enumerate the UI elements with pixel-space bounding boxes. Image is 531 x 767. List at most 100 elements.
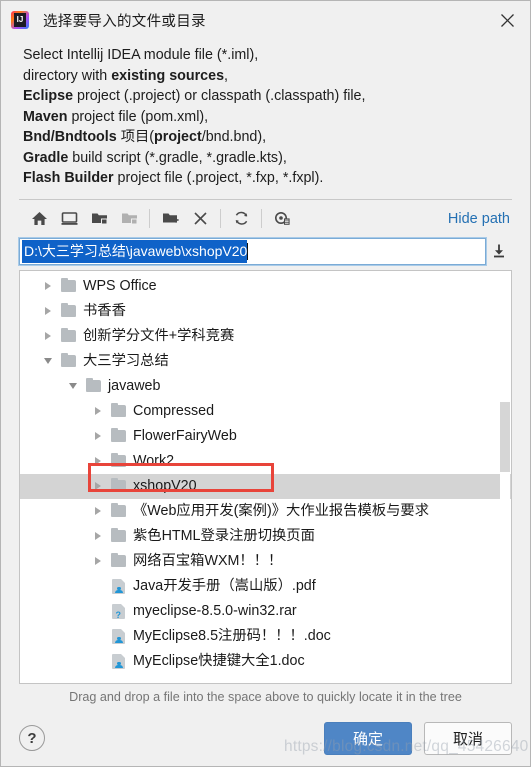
folder-icon: [107, 499, 129, 524]
tree-row[interactable]: ? myeclipse-8.5.0-win32.rar: [20, 599, 511, 624]
tree-row[interactable]: Work2: [20, 449, 511, 474]
chevron-right-icon[interactable]: [88, 399, 107, 424]
chevron-right-icon[interactable]: [38, 274, 57, 299]
description-text: project (.project) or classpath (.classp…: [73, 88, 366, 104]
tree-row[interactable]: 网络百宝箱WXM！！！: [20, 549, 511, 574]
download-arrow-icon[interactable]: [486, 238, 512, 265]
path-input[interactable]: D:\大三学习总结\javaweb\xshopV20: [19, 237, 486, 265]
cancel-button[interactable]: 取消: [424, 721, 512, 755]
tree-row-label: 网络百宝箱WXM！！！: [133, 552, 283, 569]
description-line: Maven project file (pom.xml),: [23, 107, 530, 128]
description-emphasis: Maven: [23, 108, 68, 125]
description-line: Bnd/Bndtools 项目(project/bnd.bnd),: [23, 127, 530, 148]
toolbar-separator: [149, 209, 150, 228]
folder-icon: [57, 349, 79, 374]
folder-icon: [107, 549, 129, 574]
path-row: D:\大三学习总结\javaweb\xshopV20: [19, 237, 512, 265]
chevron-down-icon[interactable]: [38, 349, 57, 374]
module-folder-icon: [114, 205, 144, 233]
toolbar-container: Hide path: [19, 198, 512, 238]
dialog-description: Select Intellij IDEA module file (*.iml)…: [1, 39, 530, 199]
file-chooser-toolbar: Hide path: [19, 200, 512, 238]
tree-scrollbar-thumb[interactable]: [500, 401, 510, 472]
document-file-icon: [107, 649, 129, 674]
ok-button[interactable]: 确定: [324, 721, 412, 755]
description-line: Select Intellij IDEA module file (*.iml)…: [23, 45, 530, 66]
hide-path-link[interactable]: Hide path: [448, 211, 512, 227]
dialog-title: 选择要导入的文件或目录: [43, 13, 206, 30]
folder-icon: [107, 399, 129, 424]
tree-row[interactable]: 书香香: [20, 299, 511, 324]
project-folder-icon[interactable]: [84, 205, 114, 233]
refresh-icon[interactable]: [226, 205, 256, 233]
new-folder-icon[interactable]: [155, 205, 185, 233]
chevron-right-icon[interactable]: [88, 499, 107, 524]
description-emphasis: existing sources: [111, 67, 225, 84]
tree-row-label: 创新学分文件+学科竞赛: [83, 327, 235, 344]
tree-row-label: Work2: [133, 452, 175, 469]
folder-icon: [107, 424, 129, 449]
desktop-icon[interactable]: [54, 205, 84, 233]
chevron-right-icon[interactable]: [88, 474, 107, 499]
chevron-right-icon[interactable]: [38, 324, 57, 349]
title-bar: IJ 选择要导入的文件或目录: [1, 1, 530, 39]
chevron-right-icon[interactable]: [88, 449, 107, 474]
show-hidden-files-icon[interactable]: [267, 205, 297, 233]
tree-row-label: javaweb: [108, 377, 161, 394]
tree-indent-spacer: [88, 574, 107, 599]
tree-row[interactable]: 《Web应用开发(案例)》大作业报告模板与要求: [20, 499, 511, 524]
tree-row[interactable]: MyEclipse8.5注册码！！！.doc: [20, 624, 511, 649]
tree-row-label: Java开发手册（嵩山版）.pdf: [133, 577, 316, 594]
tree-row[interactable]: 紫色HTML登录注册切换页面: [20, 524, 511, 549]
tree-row[interactable]: WPS Office: [20, 274, 511, 299]
folder-icon: [107, 474, 129, 499]
footer-buttons: 确定 取消: [324, 721, 512, 755]
description-line: Eclipse project (.project) or classpath …: [23, 86, 530, 107]
description-line: Flash Builder project file (.project, *.…: [23, 168, 530, 189]
toolbar-separator: [261, 209, 262, 228]
unknown-file-icon: ?: [107, 599, 129, 624]
chevron-right-icon[interactable]: [88, 524, 107, 549]
chevron-right-icon[interactable]: [88, 549, 107, 574]
chevron-right-icon[interactable]: [38, 299, 57, 324]
toolbar-separator: [220, 209, 221, 228]
tree-row[interactable]: MyEclipse快捷键大全1.doc: [20, 649, 511, 674]
tree-indent-spacer: [88, 649, 107, 674]
description-line: directory with existing sources,: [23, 66, 530, 87]
description-emphasis: Gradle: [23, 149, 69, 166]
description-text: /bnd.bnd),: [201, 129, 267, 145]
tree-row[interactable]: FlowerFairyWeb: [20, 424, 511, 449]
description-text: Select Intellij IDEA module file (*.iml)…: [23, 47, 259, 63]
tree-row[interactable]: xshopV20: [20, 473, 511, 499]
tree-row[interactable]: javaweb: [20, 374, 511, 399]
description-emphasis: Bnd/Bndtools: [23, 129, 117, 145]
description-text: directory with: [23, 67, 112, 84]
home-icon[interactable]: [24, 205, 54, 233]
description-text: project file (pom.xml),: [67, 108, 209, 125]
tree-row-label: MyEclipse快捷键大全1.doc: [133, 652, 305, 669]
description-text: build script (*.gradle, *.gradle.kts),: [68, 149, 287, 166]
document-file-icon: [107, 574, 129, 599]
tree-indent-spacer: [88, 599, 107, 624]
tree-row[interactable]: Java开发手册（嵩山版）.pdf: [20, 574, 511, 599]
directory-tree-container[interactable]: WPS Office 书香香创新学分文件+学科竞赛大三学习总结 javaweb Com…: [19, 269, 512, 684]
tree-row[interactable]: 大三学习总结: [20, 349, 511, 374]
folder-icon: [82, 374, 104, 399]
tree-row-label: xshopV20: [133, 477, 197, 494]
folder-icon: [57, 274, 79, 299]
tree-row-label: WPS Office: [83, 277, 157, 294]
text-caret: [247, 242, 249, 260]
tree-row[interactable]: Compressed: [20, 399, 511, 424]
help-button[interactable]: ?: [19, 725, 45, 751]
description-text: project file (.project, *.fxp, *.fxpl).: [113, 170, 324, 186]
chevron-right-icon[interactable]: [88, 424, 107, 449]
close-icon[interactable]: [484, 1, 530, 39]
tree-scrollbar[interactable]: [500, 271, 510, 682]
tree-row[interactable]: 创新学分文件+学科竞赛: [20, 324, 511, 349]
chevron-down-icon[interactable]: [63, 374, 82, 399]
directory-tree: WPS Office 书香香创新学分文件+学科竞赛大三学习总结 javaweb Com…: [20, 271, 511, 674]
tree-row-label: myeclipse-8.5.0-win32.rar: [133, 602, 297, 619]
description-emphasis: Flash Builder: [23, 170, 114, 186]
drag-drop-hint: Drag and drop a file into the space abov…: [69, 690, 462, 704]
delete-icon[interactable]: [185, 205, 215, 233]
